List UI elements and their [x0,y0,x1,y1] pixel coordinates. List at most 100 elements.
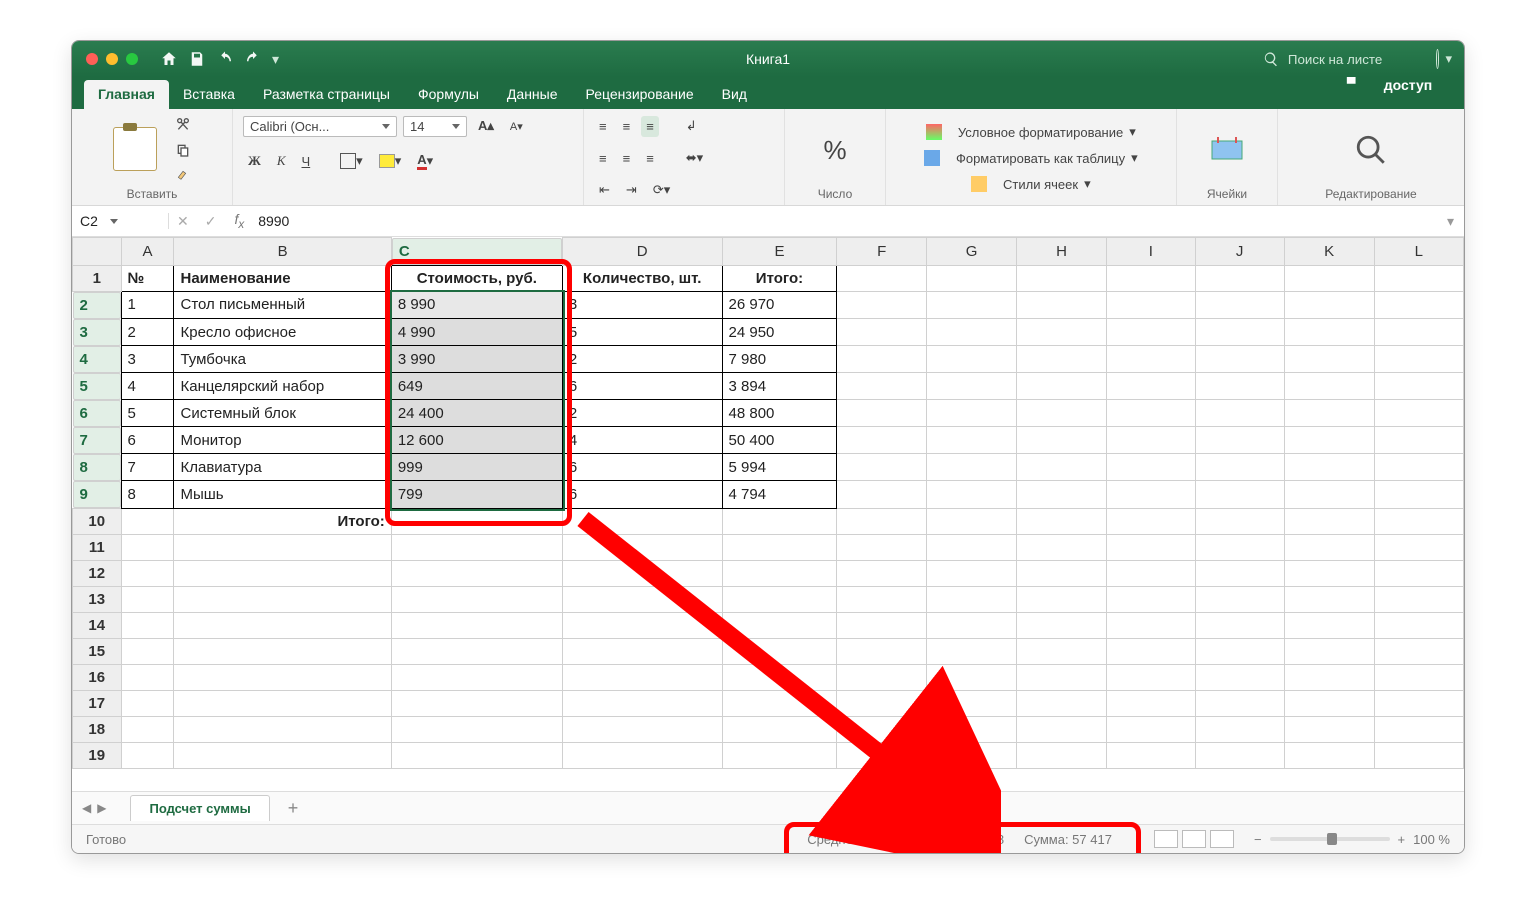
cell-H8[interactable] [1017,454,1107,481]
cell-A15[interactable] [121,638,174,664]
home-icon[interactable] [160,50,178,68]
cell-A2[interactable]: 1 [121,291,174,319]
cell-F6[interactable] [837,400,927,427]
tab-page-layout[interactable]: Разметка страницы [249,80,404,109]
cell-H18[interactable] [1017,716,1107,742]
cell-L12[interactable] [1374,560,1463,586]
cell-F15[interactable] [837,638,927,664]
cell-E2[interactable]: 26 970 [722,291,837,319]
cell-K13[interactable] [1284,586,1374,612]
cell-G3[interactable] [926,319,1016,346]
cell-L14[interactable] [1374,612,1463,638]
cell-F12[interactable] [837,560,927,586]
row-header-11[interactable]: 11 [73,534,122,560]
cell-B18[interactable] [174,716,391,742]
close-window-button[interactable] [86,53,98,65]
cell-L19[interactable] [1374,742,1463,768]
cell-E6[interactable]: 48 800 [722,400,837,427]
cell-C17[interactable] [391,690,562,716]
cell-L3[interactable] [1374,319,1463,346]
cell-H2[interactable] [1017,291,1107,319]
cell-B15[interactable] [174,638,391,664]
row-header-9[interactable]: 9 [73,481,121,508]
cell-C8[interactable]: 999 [391,454,562,481]
cell-E7[interactable]: 50 400 [722,427,837,454]
cell-J10[interactable] [1195,508,1284,534]
cell-A10[interactable] [121,508,174,534]
row-header-4[interactable]: 4 [73,346,121,373]
cell-B12[interactable] [174,560,391,586]
cells-icon[interactable] [1210,135,1244,165]
cell-D12[interactable] [562,560,722,586]
view-page-break-button[interactable] [1210,830,1234,848]
cut-icon[interactable] [175,116,191,132]
cell-F4[interactable] [837,346,927,373]
copy-icon[interactable] [175,142,191,158]
row-header-2[interactable]: 2 [73,292,121,319]
cell-K14[interactable] [1284,612,1374,638]
cell-L9[interactable] [1374,481,1463,509]
cell-K12[interactable] [1284,560,1374,586]
cell-C13[interactable] [391,586,562,612]
cell-G10[interactable] [926,508,1016,534]
col-header-F[interactable]: F [837,238,927,266]
row-header-6[interactable]: 6 [73,400,121,427]
cell-C18[interactable] [391,716,562,742]
cell-F1[interactable] [837,265,927,291]
cell-C5[interactable]: 649 [391,373,562,400]
cell-B14[interactable] [174,612,391,638]
cell-K3[interactable] [1284,319,1374,346]
cell-K10[interactable] [1284,508,1374,534]
cell-F16[interactable] [837,664,927,690]
cell-G11[interactable] [926,534,1016,560]
cell-J8[interactable] [1195,454,1284,481]
maximize-window-button[interactable] [126,53,138,65]
cell-K5[interactable] [1284,373,1374,400]
cell-K4[interactable] [1284,346,1374,373]
cell-D3[interactable]: 5 [562,319,722,346]
cell-D13[interactable] [562,586,722,612]
cell-L1[interactable] [1374,265,1463,291]
cell-K15[interactable] [1284,638,1374,664]
cell-D17[interactable] [562,690,722,716]
cell-I9[interactable] [1107,481,1196,509]
cell-I8[interactable] [1107,454,1196,481]
cell-J18[interactable] [1195,716,1284,742]
feedback-icon[interactable] [1436,49,1440,69]
cell-F10[interactable] [837,508,927,534]
percent-icon[interactable]: % [823,135,846,166]
cell-L16[interactable] [1374,664,1463,690]
cell-C7[interactable]: 12 600 [391,427,562,454]
cell-I10[interactable] [1107,508,1196,534]
cell-D5[interactable]: 6 [562,373,722,400]
cell-L13[interactable] [1374,586,1463,612]
cell-I14[interactable] [1107,612,1196,638]
zoom-slider[interactable] [1270,837,1390,841]
cell-H12[interactable] [1017,560,1107,586]
cell-H5[interactable] [1017,373,1107,400]
row-header-7[interactable]: 7 [73,427,121,454]
spreadsheet-grid[interactable]: ABCDEFGHIJKL1№НаименованиеСтоимость, руб… [72,237,1464,791]
cell-D8[interactable]: 6 [562,454,722,481]
cell-K17[interactable] [1284,690,1374,716]
cell-E1[interactable]: Итого: [722,265,837,291]
cell-C12[interactable] [391,560,562,586]
cell-B13[interactable] [174,586,391,612]
cell-H6[interactable] [1017,400,1107,427]
bold-button[interactable]: Ж [243,150,266,172]
name-box[interactable]: C2 [72,213,169,229]
cell-J6[interactable] [1195,400,1284,427]
cell-F8[interactable] [837,454,927,481]
row-header-16[interactable]: 16 [73,664,122,690]
search-input[interactable] [1286,51,1420,68]
cell-B2[interactable]: Стол письменный [174,291,391,319]
cell-B9[interactable]: Мышь [174,481,391,509]
col-header-A[interactable]: A [121,238,174,266]
cell-J3[interactable] [1195,319,1284,346]
cell-C9[interactable]: 799 [391,481,562,509]
cell-D15[interactable] [562,638,722,664]
cell-I6[interactable] [1107,400,1196,427]
cell-C16[interactable] [391,664,562,690]
cell-F2[interactable] [837,291,927,319]
cell-H10[interactable] [1017,508,1107,534]
